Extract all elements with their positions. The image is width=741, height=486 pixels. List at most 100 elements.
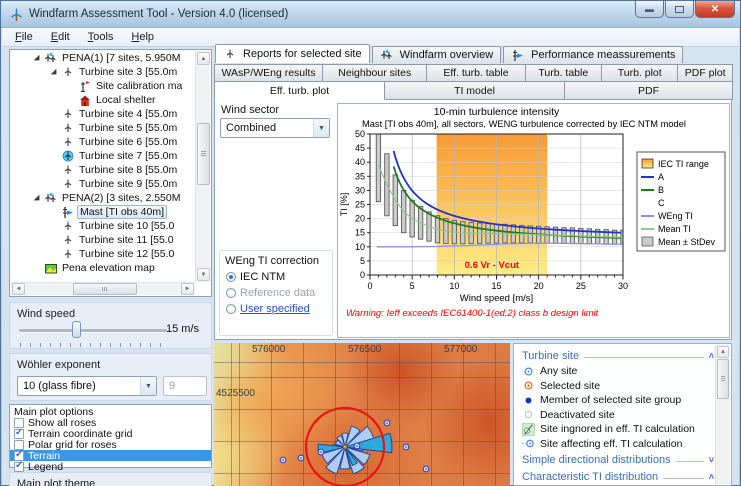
shelter-icon xyxy=(78,94,92,107)
tab-reports-for-selected-site[interactable]: Reports for selected site xyxy=(215,44,370,63)
radio-icon[interactable] xyxy=(226,304,236,314)
chevron-up-icon[interactable]: ˄ xyxy=(709,351,714,361)
menu-tools[interactable]: Tools xyxy=(79,29,123,45)
svg-text:15: 15 xyxy=(491,281,501,291)
tree-horizontal-scrollbar[interactable]: ◄ ► xyxy=(11,282,195,295)
any-site-icon xyxy=(522,365,535,378)
tab-eff-turb-plot[interactable]: Eff. turb. plot xyxy=(214,81,385,100)
tab-windfarm-overview[interactable]: Windfarm overview xyxy=(372,46,502,63)
radio-iec-ntm[interactable]: IEC NTM xyxy=(226,271,285,283)
legend-section-characteristic-ti-distribution[interactable]: Characteristic TI distribution˄ xyxy=(522,469,714,485)
scroll-up-icon[interactable]: ▲ xyxy=(717,346,729,358)
legend-section-turbine-site[interactable]: Turbine site˄ xyxy=(522,348,714,364)
expand-toggle-icon[interactable] xyxy=(34,54,43,63)
main-plot-theme-label: Main plot theme xyxy=(17,478,95,486)
tab-turb-table[interactable]: Turb. table xyxy=(525,64,602,82)
checkbox-icon[interactable] xyxy=(14,451,24,461)
tab-pdf-plot[interactable]: PDF plot xyxy=(677,64,733,82)
tree-hscroll-thumb[interactable] xyxy=(73,283,137,295)
svg-text:Mast [TI obs 40m], all sectors: Mast [TI obs 40m], all sectors, WENG tur… xyxy=(362,119,686,129)
wind-speed-slider-thumb[interactable] xyxy=(72,321,81,338)
radio-user-specified[interactable]: User specified xyxy=(226,303,310,315)
tree-item[interactable]: Turbine site 11 [55.0 xyxy=(11,233,195,247)
menu-file[interactable]: File xyxy=(6,29,42,45)
chevron-down-icon[interactable]: ▼ xyxy=(140,377,156,395)
expand-toggle-icon[interactable] xyxy=(34,194,43,203)
radio-icon[interactable] xyxy=(226,288,236,298)
scroll-up-icon[interactable]: ▲ xyxy=(197,52,210,65)
tree-item[interactable]: Turbine site 5 [55.0m xyxy=(11,121,195,135)
tab-neighbour-sites[interactable]: Neighbour sites xyxy=(322,64,427,82)
tree-item[interactable]: Turbine site 7 [55.0m xyxy=(11,149,195,163)
checkbox-icon[interactable] xyxy=(14,462,24,472)
tree-item[interactable]: Turbine site 8 [55.0m xyxy=(11,163,195,177)
svg-text:Mean ± StDev: Mean ± StDev xyxy=(658,237,715,247)
chevron-up-icon[interactable]: ˄ xyxy=(709,472,714,482)
scroll-down-icon[interactable]: ▼ xyxy=(197,268,210,281)
tab-pdf[interactable]: PDF xyxy=(564,81,733,100)
menu-edit[interactable]: Edit xyxy=(42,29,79,45)
svg-text:Wind speed [m/s]: Wind speed [m/s] xyxy=(460,293,533,304)
chevron-down-icon[interactable]: ˅ xyxy=(709,455,714,465)
radio-icon[interactable] xyxy=(226,272,236,282)
tree-item[interactable]: Local shelter xyxy=(11,93,195,107)
wohler-secondary-field[interactable]: 9 xyxy=(163,376,207,396)
tree-item[interactable]: PENA(1) [7 sites, 5.950M xyxy=(11,51,195,65)
plot-option-legend[interactable]: Legend xyxy=(10,461,211,472)
weng-ti-correction-group: WEng TI correction IEC NTM Reference dat… xyxy=(219,250,333,336)
tab-performance-meassurements[interactable]: Performance meassurements xyxy=(503,46,683,63)
tree-item[interactable]: Turbine site 6 [55.0m xyxy=(11,135,195,149)
tree-vertical-scrollbar[interactable]: ▲ ▼ xyxy=(195,51,210,282)
terrain-map[interactable]: 5760005765005770004525500 xyxy=(214,343,510,486)
legend-scrollbar[interactable]: ▲ xyxy=(715,345,730,484)
minimize-button[interactable]: ▬ xyxy=(635,1,664,18)
tree-item[interactable]: Turbine site 9 [55.0m xyxy=(11,177,195,191)
tree-item[interactable]: Turbine site 12 [55.0 xyxy=(11,247,195,261)
tree-spacer xyxy=(51,180,60,189)
scroll-right-icon[interactable]: ► xyxy=(181,283,194,295)
plot-option-terrain[interactable]: Terrain xyxy=(10,450,211,461)
map-legend-content: Turbine site˄Any siteSelected siteMember… xyxy=(522,347,714,485)
tree-item[interactable]: Mast [TI obs 40m] xyxy=(11,205,195,219)
tab-ti-model[interactable]: TI model xyxy=(384,81,565,100)
plot-option-show-all-roses[interactable]: Show all roses xyxy=(10,418,211,429)
tree-item[interactable]: Site calibration ma xyxy=(11,79,195,93)
tree-item[interactable]: Pena elevation map xyxy=(11,261,195,275)
mast-icon xyxy=(511,49,525,62)
tree-vscroll-thumb[interactable] xyxy=(197,123,210,185)
window-title: Windfarm Assessment Tool - Version 4.0 (… xyxy=(29,8,288,20)
windfarm-icon xyxy=(380,49,394,62)
chevron-down-icon[interactable]: ▼ xyxy=(313,119,329,137)
expanded-triangle-icon xyxy=(51,68,59,76)
tree-item[interactable]: Turbine site 10 [55.0 xyxy=(11,219,195,233)
plot-option-terrain-coordinate-grid[interactable]: Terrain coordinate grid xyxy=(10,429,211,440)
maximize-button[interactable] xyxy=(665,1,694,18)
scroll-left-icon[interactable]: ◄ xyxy=(12,283,25,295)
wind-speed-label: Wind speed xyxy=(17,308,75,320)
tree-item-label: PENA(2) [3 sites, 2.550M xyxy=(60,192,182,204)
checkbox-icon[interactable] xyxy=(14,440,24,450)
tab-eff-turb-table[interactable]: Eff. turb. table xyxy=(426,64,525,82)
close-button[interactable]: ✕ xyxy=(695,1,735,18)
wind-sector-select[interactable]: Combined ▼ xyxy=(220,118,330,138)
legend-section-simple-directional-distributions[interactable]: Simple directional distributions˅ xyxy=(522,452,714,468)
expand-toggle-icon[interactable] xyxy=(51,68,60,77)
svg-text:40: 40 xyxy=(355,157,365,167)
tab-turb-plot[interactable]: Turb. plot xyxy=(601,64,678,82)
wohler-exponent-select[interactable]: 10 (glass fibre) ▼ xyxy=(17,376,157,396)
tree-item[interactable]: PENA(2) [3 sites, 2.550M xyxy=(11,191,195,205)
wind-speed-slider[interactable] xyxy=(19,329,167,332)
tab-wasp-weng-results[interactable]: WAsP/WEng results xyxy=(214,64,323,82)
radio-reference-data-label: Reference data xyxy=(240,287,315,299)
plot-option-polar-grid-for-roses[interactable]: Polar grid for roses xyxy=(10,440,211,451)
checkbox-icon[interactable] xyxy=(14,418,24,428)
tab-label: Reports for selected site xyxy=(243,48,362,60)
tree-item[interactable]: Turbine site 3 [55.0m xyxy=(11,65,195,79)
tree-item[interactable]: Turbine site 4 [55.0m xyxy=(11,107,195,121)
legend-scroll-thumb[interactable] xyxy=(717,359,729,399)
tree-item-label: Turbine site 4 [55.0m xyxy=(77,108,179,120)
legend-item-label: Site ingnored in eff. TI calculation xyxy=(540,423,695,435)
radio-reference-data[interactable]: Reference data xyxy=(226,287,315,299)
checkbox-icon[interactable] xyxy=(14,429,24,439)
menu-help[interactable]: Help xyxy=(122,29,163,45)
